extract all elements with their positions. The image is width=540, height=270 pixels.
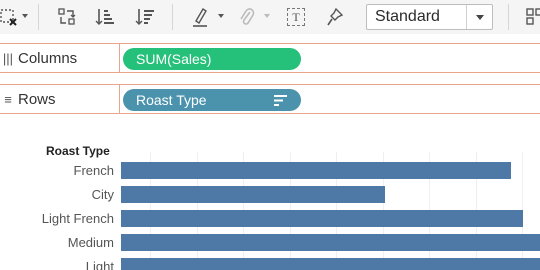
highlight-caret-icon[interactable] bbox=[218, 14, 224, 18]
bar-french[interactable] bbox=[121, 162, 511, 179]
sort-icon[interactable] bbox=[274, 95, 287, 106]
sort-descending-icon[interactable] bbox=[132, 5, 158, 29]
rows-shelf-label: ≡ Rows bbox=[0, 85, 120, 113]
rows-shelf: ≡ Rows Roast Type bbox=[0, 84, 540, 114]
toolbar-divider bbox=[508, 4, 509, 30]
roast-type-pill-label: Roast Type bbox=[136, 92, 207, 108]
category-label[interactable]: Light French bbox=[42, 211, 114, 226]
clear-sheet-icon[interactable] bbox=[0, 5, 22, 29]
bar-light-french[interactable] bbox=[121, 210, 523, 227]
columns-label: Columns bbox=[18, 49, 78, 67]
sum-sales-pill-label: SUM(Sales) bbox=[136, 51, 212, 67]
attach-caret-icon bbox=[264, 14, 270, 18]
roast-type-pill[interactable]: Roast Type bbox=[123, 89, 301, 111]
pin-icon[interactable] bbox=[324, 5, 346, 29]
sort-ascending-icon[interactable] bbox=[92, 5, 118, 29]
chevron-down-icon[interactable] bbox=[466, 5, 492, 29]
category-label[interactable]: Light bbox=[86, 259, 114, 270]
toolbar-divider bbox=[172, 4, 173, 30]
bar-chart: Roast Type French City Light French Medium L… bbox=[0, 124, 540, 270]
rows-label: Rows bbox=[18, 90, 56, 108]
bar-light[interactable] bbox=[121, 258, 540, 270]
toolbar: T Standard bbox=[0, 0, 540, 34]
bar-medium[interactable] bbox=[121, 234, 540, 251]
sum-sales-pill[interactable]: SUM(Sales) bbox=[123, 48, 301, 70]
category-label[interactable]: City bbox=[92, 187, 114, 202]
row-header[interactable]: Roast Type bbox=[46, 144, 110, 158]
attach-icon bbox=[236, 5, 258, 29]
clear-sheet-caret-icon[interactable] bbox=[22, 14, 28, 18]
rows-icon: ≡ bbox=[4, 91, 12, 107]
toolbar-divider bbox=[38, 4, 39, 30]
category-label[interactable]: French bbox=[74, 163, 114, 178]
view-size-value: Standard bbox=[375, 8, 440, 25]
view-size-select[interactable]: Standard bbox=[366, 4, 493, 30]
show-me-icon[interactable] bbox=[522, 5, 540, 29]
show-labels-icon[interactable]: T bbox=[287, 8, 305, 26]
columns-icon: ||| bbox=[2, 50, 14, 66]
category-label[interactable]: Medium bbox=[68, 235, 114, 250]
highlight-icon[interactable] bbox=[188, 5, 212, 29]
columns-shelf: ||| Columns SUM(Sales) bbox=[0, 43, 540, 73]
swap-rows-columns-icon[interactable] bbox=[54, 5, 80, 29]
columns-shelf-label: ||| Columns bbox=[0, 44, 120, 72]
bar-city[interactable] bbox=[121, 186, 385, 203]
